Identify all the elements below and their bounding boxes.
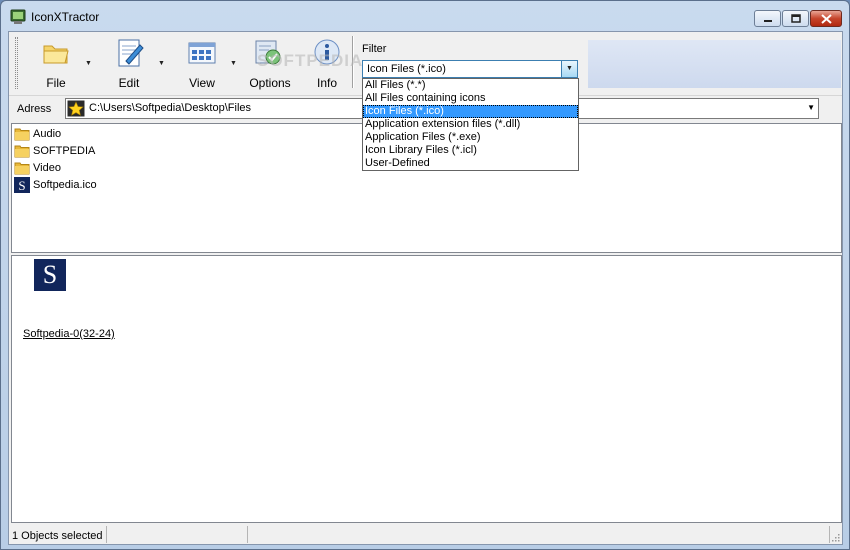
filter-option-selected[interactable]: Icon Files (*.ico) bbox=[363, 105, 578, 118]
icon-preview-pane: S Softpedia-0(32-24) bbox=[11, 255, 842, 523]
view-button[interactable]: View ▼ bbox=[166, 33, 237, 92]
file-name: Audio bbox=[33, 127, 62, 140]
filter-select[interactable]: Icon Files (*.ico) ▼ bbox=[362, 60, 578, 78]
filter-option[interactable]: Application extension files (*.dll) bbox=[363, 118, 578, 131]
filter-dropdown-button[interactable]: ▼ bbox=[561, 61, 577, 77]
app-window: IconXTractor File ▼ Edit ▼ View ▼ Option… bbox=[0, 0, 850, 550]
folder-icon bbox=[14, 145, 30, 157]
status-text: 1 Objects selected bbox=[12, 530, 103, 542]
address-value: C:\Users\Softpedia\Desktop\Files bbox=[89, 102, 252, 114]
folder-icon bbox=[14, 162, 30, 174]
close-icon bbox=[820, 13, 832, 24]
filter-option[interactable]: Icon Library Files (*.icl) bbox=[363, 144, 578, 157]
filter-option[interactable]: Application Files (*.exe) bbox=[363, 131, 578, 144]
softpedia-icon: S bbox=[14, 176, 30, 193]
watermark-text: SOFTPEDIA bbox=[257, 51, 364, 70]
file-name: Softpedia.ico bbox=[33, 178, 97, 191]
status-cell-2 bbox=[107, 526, 248, 543]
app-icon bbox=[10, 9, 26, 24]
folder-open-icon bbox=[43, 45, 69, 64]
address-dropdown-arrow[interactable]: ▼ bbox=[807, 103, 815, 112]
extracted-icon-label[interactable]: Softpedia-0(32-24) bbox=[23, 328, 115, 340]
file-button[interactable]: File ▼ bbox=[22, 33, 92, 92]
address-label: Adress bbox=[17, 103, 52, 115]
list-item[interactable]: S Softpedia.ico bbox=[14, 176, 97, 193]
file-name: Video bbox=[33, 161, 61, 174]
status-cell-selection: 1 Objects selected bbox=[9, 526, 107, 543]
status-cell-3 bbox=[248, 526, 830, 543]
client-area: File ▼ Edit ▼ View ▼ Options Info SOFTPE… bbox=[8, 31, 843, 545]
status-bar: 1 Objects selected bbox=[9, 524, 842, 544]
filter-dropdown-list: All Files (*.*) All Files containing ico… bbox=[362, 78, 579, 171]
options-label: Options bbox=[249, 76, 291, 90]
filter-label: Filter bbox=[362, 43, 387, 55]
resize-grip-icon[interactable] bbox=[830, 532, 840, 542]
svg-text:S: S bbox=[18, 178, 25, 193]
folder-icon bbox=[14, 128, 30, 140]
view-dropdown-arrow[interactable]: ▼ bbox=[230, 60, 237, 67]
filter-option[interactable]: All Files (*.*) bbox=[363, 79, 578, 92]
view-grid-icon bbox=[188, 42, 216, 64]
toolbar-grip[interactable] bbox=[15, 37, 18, 89]
filter-option[interactable]: All Files containing icons bbox=[363, 92, 578, 105]
window-title: IconXTractor bbox=[31, 10, 100, 24]
list-item[interactable]: Audio bbox=[14, 125, 61, 142]
close-button[interactable] bbox=[810, 10, 842, 27]
edit-label: Edit bbox=[118, 76, 140, 90]
minimize-button[interactable] bbox=[754, 10, 781, 27]
edit-button[interactable]: Edit ▼ bbox=[94, 33, 165, 92]
edit-icon bbox=[118, 39, 144, 67]
favorites-star-icon[interactable] bbox=[67, 100, 85, 117]
filter-option[interactable]: User-Defined bbox=[363, 157, 578, 170]
edit-dropdown-arrow[interactable]: ▼ bbox=[158, 60, 165, 67]
file-dropdown-arrow[interactable]: ▼ bbox=[85, 60, 92, 67]
file-name: SOFTPEDIA bbox=[33, 144, 96, 157]
maximize-button[interactable] bbox=[782, 10, 809, 27]
view-label: View bbox=[189, 76, 215, 90]
title-bar[interactable]: IconXTractor bbox=[1, 1, 849, 31]
minimize-icon bbox=[763, 19, 772, 22]
info-label: Info bbox=[316, 76, 337, 90]
maximize-icon bbox=[790, 14, 801, 23]
filter-panel-bg bbox=[588, 40, 841, 88]
list-item[interactable]: SOFTPEDIA bbox=[14, 142, 95, 159]
filter-selected-value: Icon Files (*.ico) bbox=[367, 63, 446, 75]
file-label: File bbox=[46, 76, 66, 90]
list-item[interactable]: Video bbox=[14, 159, 61, 176]
extracted-icon[interactable]: S bbox=[34, 259, 66, 291]
